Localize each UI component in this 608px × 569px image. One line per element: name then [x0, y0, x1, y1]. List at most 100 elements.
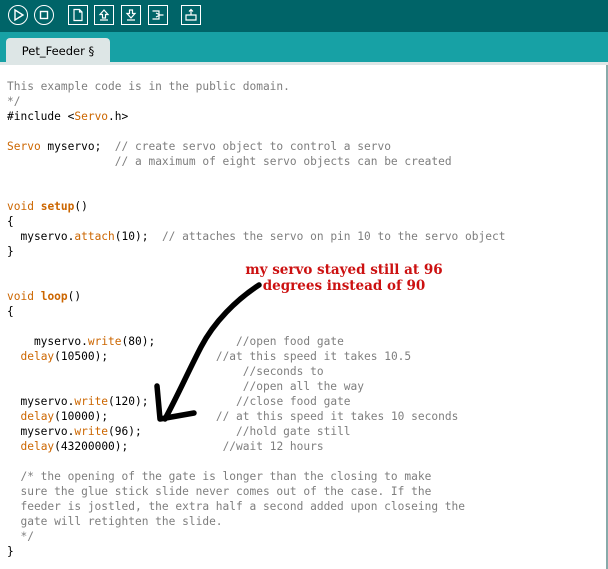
code-token: write	[87, 335, 122, 348]
code-token: .h>	[108, 110, 129, 123]
save-button[interactable]	[121, 5, 141, 25]
code-token: delay	[20, 410, 55, 423]
code-token: //open food gate	[236, 335, 344, 348]
code-token: attach	[74, 230, 115, 243]
save-icon	[125, 9, 137, 21]
code-line: */	[7, 529, 505, 544]
code-line: */	[7, 94, 505, 109]
code-token: (43200000);	[54, 440, 223, 453]
new-file-icon	[73, 8, 83, 22]
code-token: (96);	[108, 425, 237, 438]
code-line: void setup()	[7, 199, 505, 214]
code-line: Servo myservo; // create servo object to…	[7, 139, 505, 154]
code-token: loop	[40, 290, 68, 303]
code-token: // attaches the servo on pin 10 to the s…	[161, 230, 506, 243]
code-token: //open all the way	[242, 380, 364, 393]
code-token: myservo.	[7, 230, 75, 243]
toolbar	[0, 0, 608, 32]
code-line: gate will retighten the slide.	[7, 514, 505, 529]
verify-icon	[14, 8, 25, 22]
code-token: {	[7, 215, 14, 228]
code-line: delay(10500); //at this speed it takes 1…	[7, 349, 505, 364]
upload-icon	[152, 10, 164, 20]
code-text[interactable]: This example code is in the public domai…	[7, 79, 505, 559]
stop-icon	[39, 10, 49, 20]
code-token: Servo	[74, 110, 109, 123]
code-line: myservo.attach(10); // attaches the serv…	[7, 229, 505, 244]
code-token: setup	[40, 200, 75, 213]
code-token: gate will retighten the slide.	[7, 515, 223, 528]
code-line: //seconds to	[7, 364, 505, 379]
code-line: delay(43200000); //wait 12 hours	[7, 439, 505, 454]
code-token: (10);	[114, 230, 162, 243]
annotation-line-2: degrees instead of 90	[262, 278, 426, 294]
code-token: */	[7, 95, 21, 108]
code-token: ()	[67, 290, 82, 303]
code-line: }	[7, 244, 505, 259]
code-line: myservo.write(96); //hold gate still	[7, 424, 505, 439]
code-token: feeder is jostled, the extra half a seco…	[7, 500, 466, 513]
upload-button[interactable]	[148, 5, 168, 25]
code-line: {	[7, 304, 505, 319]
annotation-line-1: my servo stayed still at 96	[245, 262, 443, 278]
code-token: }	[7, 545, 14, 558]
code-token: //seconds to	[242, 365, 324, 378]
code-token: write	[74, 395, 109, 408]
code-token: This example code is in the public domai…	[7, 80, 290, 93]
code-token: //wait 12 hours	[222, 440, 324, 453]
code-token: }	[7, 245, 14, 258]
open-button[interactable]	[94, 5, 114, 25]
code-token: sure the glue stick slide never comes ou…	[7, 485, 432, 498]
code-line: feeder is jostled, the extra half a seco…	[7, 499, 505, 514]
code-token: // create servo object to control a serv…	[114, 140, 391, 153]
code-token: // at this speed it takes 10 seconds	[215, 410, 459, 423]
code-token: void	[7, 290, 34, 303]
serial-monitor-icon	[185, 8, 197, 21]
code-token: */	[7, 530, 34, 543]
code-line: myservo.write(120); //close food gate	[7, 394, 505, 409]
code-token: write	[74, 425, 109, 438]
code-token: myservo.	[7, 395, 75, 408]
serial-monitor-button[interactable]	[181, 5, 201, 25]
code-token: //close food gate	[236, 395, 351, 408]
code-line: delay(10000); // at this speed it takes …	[7, 409, 505, 424]
verify-button[interactable]	[8, 5, 28, 25]
code-token: (120);	[108, 395, 237, 408]
code-line: myservo.write(80); //open food gate	[7, 334, 505, 349]
code-line: /* the opening of the gate is longer tha…	[7, 469, 505, 484]
code-token: Servo	[7, 140, 41, 153]
code-token: (10000);	[54, 410, 216, 423]
code-line: This example code is in the public domai…	[7, 79, 505, 94]
code-token: delay	[20, 350, 55, 363]
code-token: #include <	[7, 110, 75, 123]
code-token: myservo.	[7, 335, 88, 348]
code-line: // a maximum of eight servo objects can …	[7, 154, 505, 169]
code-token: /* the opening of the gate is longer tha…	[7, 470, 432, 483]
code-token: void	[7, 200, 34, 213]
tab-pet-feeder[interactable]: Pet_Feeder §	[6, 38, 110, 64]
code-token: (80);	[121, 335, 237, 348]
new-button[interactable]	[68, 5, 88, 25]
code-token: {	[7, 305, 14, 318]
code-line: sure the glue stick slide never comes ou…	[7, 484, 505, 499]
code-token: //at this speed it takes 10.5	[215, 350, 412, 363]
code-line: {	[7, 214, 505, 229]
tab-bar: Pet_Feeder §	[0, 32, 608, 64]
code-token: //hold gate still	[236, 425, 351, 438]
code-line: #include <Servo.h>	[7, 109, 505, 124]
annotation-note: my servo stayed still at 96 degrees inst…	[228, 262, 460, 294]
code-token: delay	[20, 440, 55, 453]
stop-button[interactable]	[34, 5, 54, 25]
